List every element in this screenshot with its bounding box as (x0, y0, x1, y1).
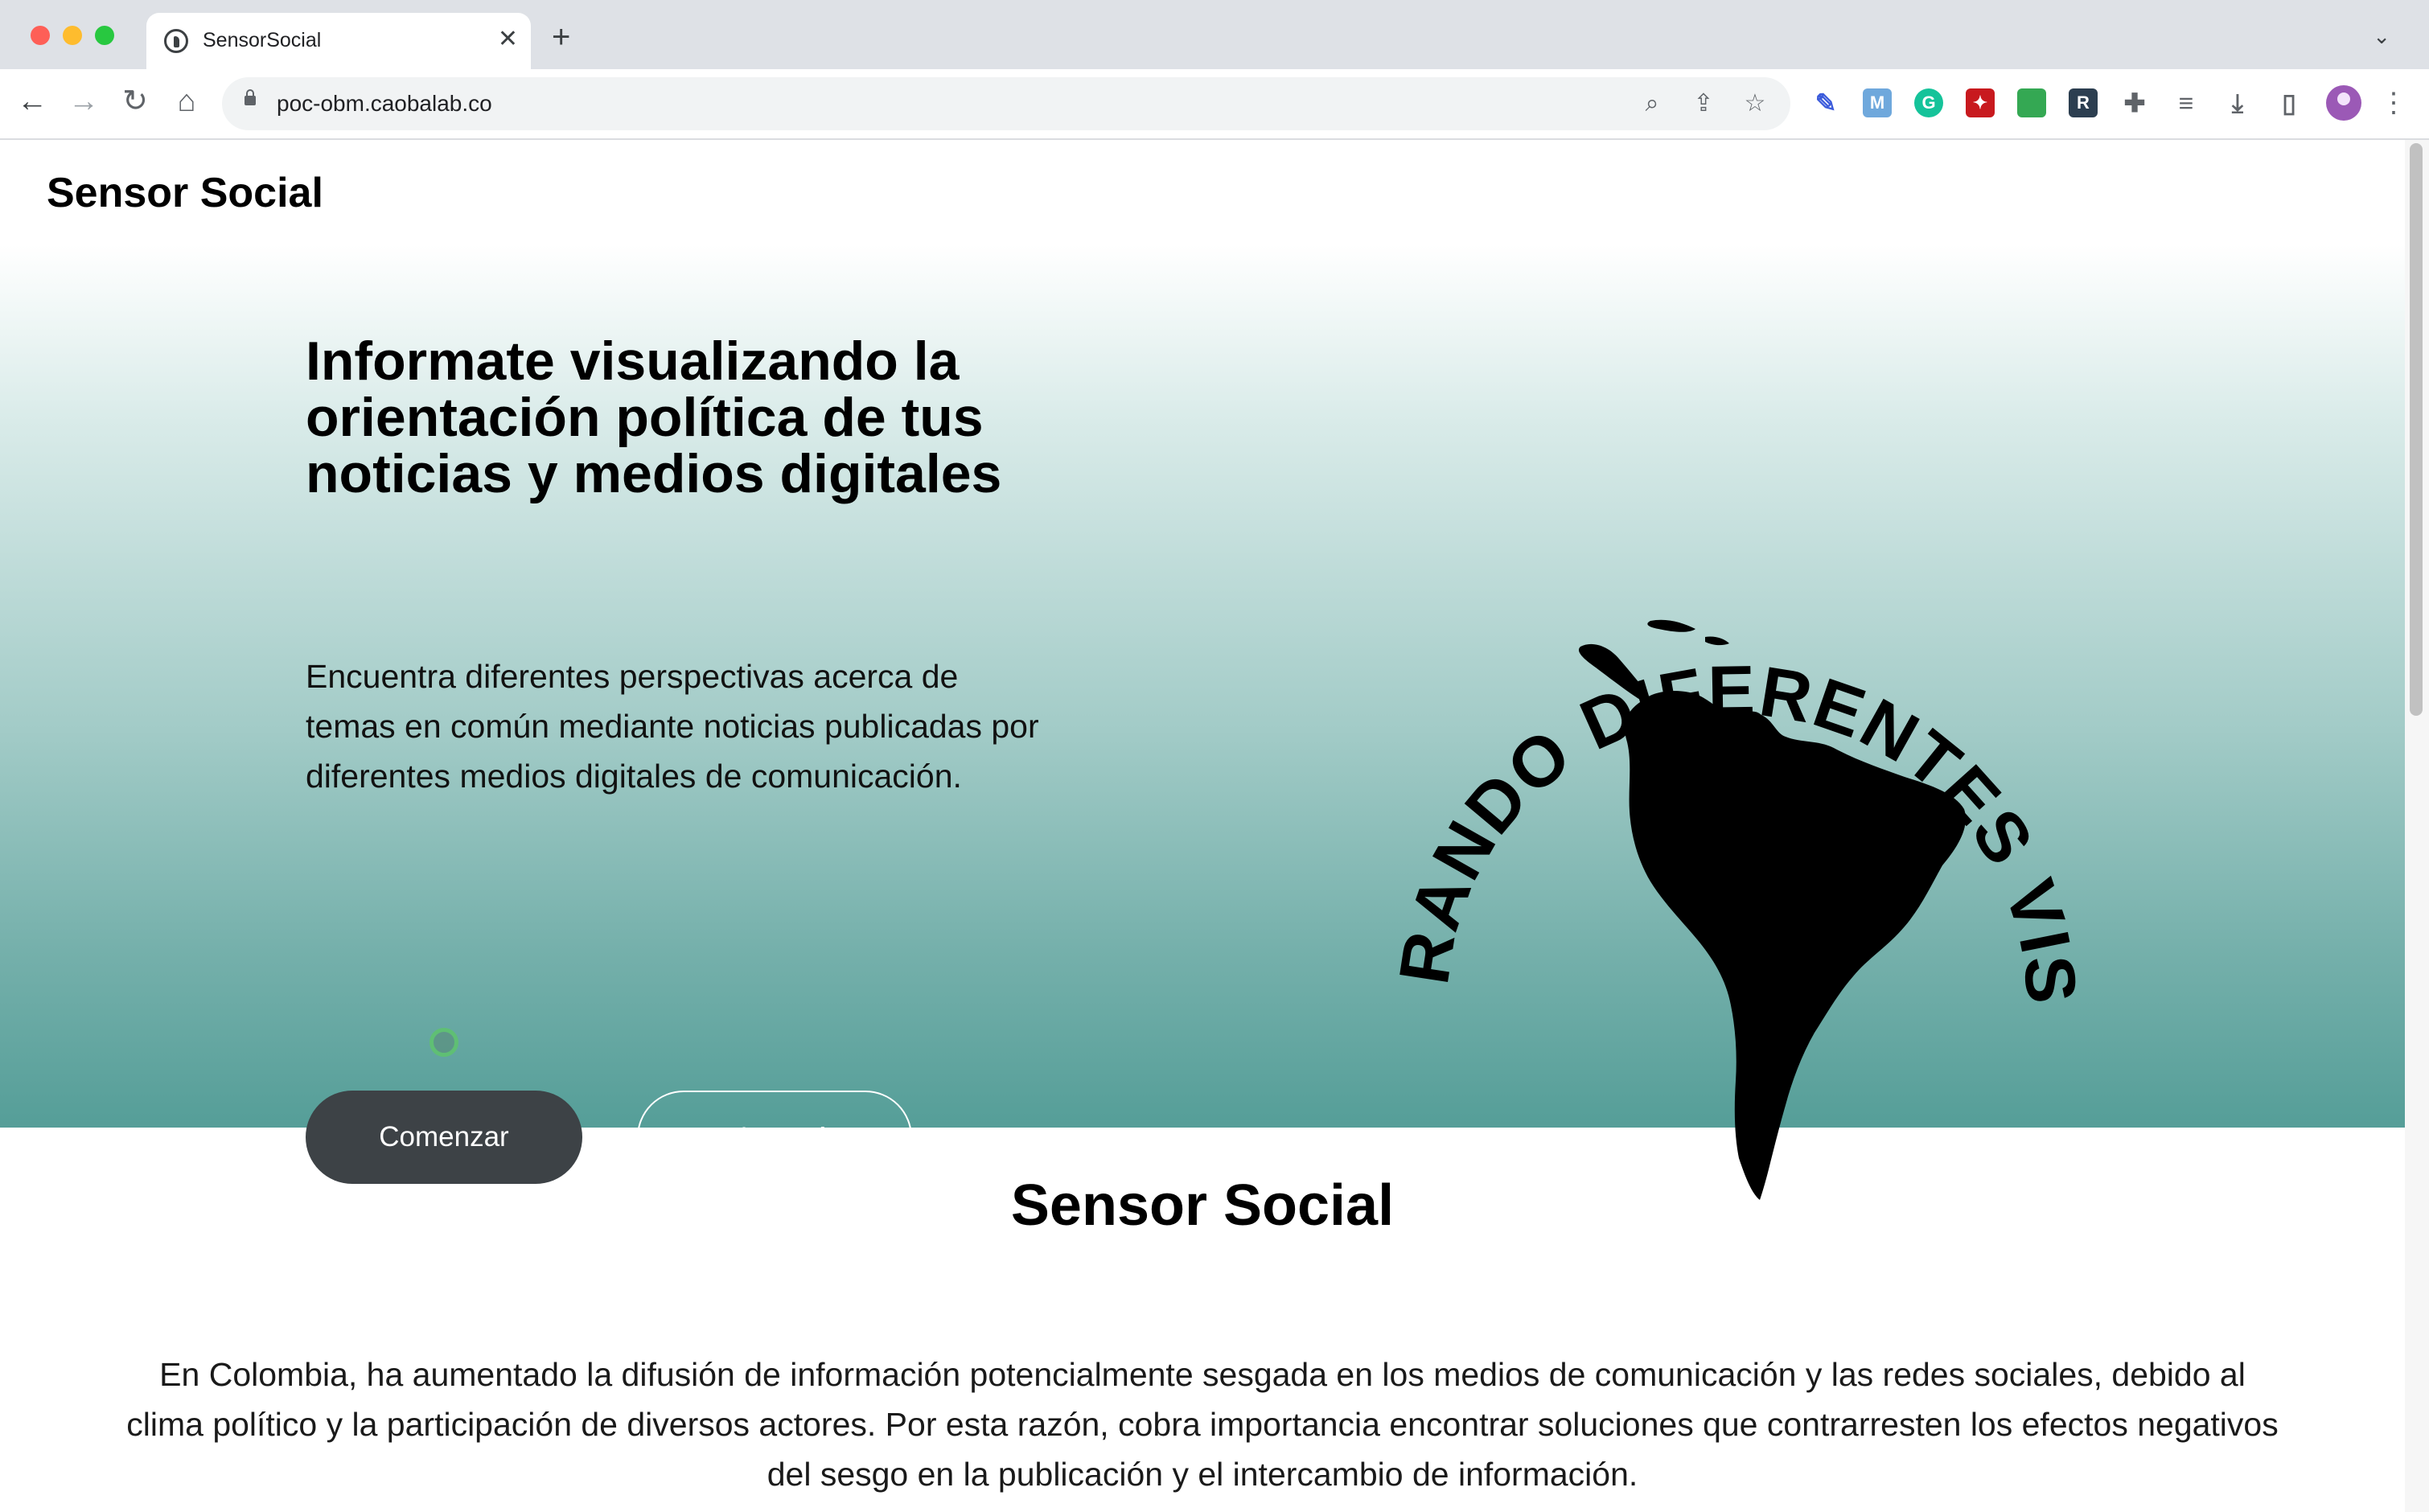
new-tab-button[interactable]: + (552, 21, 570, 53)
bookmark-star-icon[interactable]: ☆ (1737, 86, 1773, 121)
playlist-icon[interactable]: ≡ (2172, 88, 2201, 117)
tab-search-chevron-icon[interactable]: ⌄ (2373, 24, 2390, 49)
site-brand[interactable]: Sensor Social (47, 169, 323, 217)
back-arrow-icon[interactable]: ← (13, 82, 51, 121)
sidepanel-icon[interactable]: ▯ (2275, 88, 2304, 117)
scrollbar-thumb[interactable] (2410, 143, 2423, 716)
explorando-logo: EXPLORANDO DIFERENTES VISIONES (1367, 550, 2090, 1200)
mouse-cursor (429, 1028, 458, 1057)
maximize-window-button[interactable] (95, 26, 114, 45)
address-bar[interactable]: poc-obm.caobalab.co ⌕ ⇪ ☆ (222, 77, 1790, 130)
saber-mas-button[interactable]: Saber más (637, 1091, 912, 1184)
close-window-button[interactable] (31, 26, 50, 45)
close-tab-icon[interactable]: ✕ (498, 27, 518, 51)
section-title: Sensor Social (1010, 1173, 1395, 1238)
m-icon[interactable]: M (1863, 88, 1892, 117)
hero-title: Informate visualizando la orientación po… (306, 331, 1002, 504)
browser-toolbar: ← → ↻ ⌂ poc-obm.caobalab.co ⌕ ⇪ ☆ ✎ M G … (0, 69, 2429, 140)
pdf-icon[interactable]: ✦ (1966, 88, 1995, 117)
grammarly-icon[interactable]: G (1914, 88, 1943, 117)
profile-avatar[interactable] (2326, 85, 2361, 121)
comenzar-button[interactable]: Comenzar (306, 1091, 582, 1184)
minimize-window-button[interactable] (63, 26, 82, 45)
more-menu-icon[interactable]: ⋮ (2379, 85, 2408, 121)
pen-icon[interactable]: ✎ (1811, 88, 1840, 117)
folder-icon[interactable] (2017, 88, 2046, 117)
forward-arrow-icon[interactable]: → (64, 82, 103, 121)
page-viewport: Sensor Social Informate visualizando la … (0, 140, 2405, 1512)
site-favicon-icon (164, 29, 188, 53)
hero-description: Encuentra diferentes perspectivas acerca… (306, 658, 1039, 795)
caribbean-islands-icon (1647, 619, 1729, 646)
zoom-icon[interactable]: ⌕ (1634, 86, 1670, 121)
puzzle-icon[interactable]: ✚ (2120, 88, 2149, 117)
home-icon[interactable]: ⌂ (167, 82, 206, 121)
tab-title: SensorSocial (203, 29, 322, 51)
section-body: En Colombia, ha aumentado la difusión de… (126, 1356, 2279, 1493)
lock-icon[interactable] (245, 89, 256, 105)
share-icon[interactable]: ⇪ (1686, 86, 1721, 121)
browser-tab-strip: SensorSocial ✕ + ⌄ (0, 0, 2429, 69)
r-icon[interactable]: R (2069, 88, 2098, 117)
url-text[interactable]: poc-obm.caobalab.co (277, 91, 492, 117)
reload-icon[interactable]: ↻ (116, 82, 154, 121)
download-icon[interactable]: ⤓ (2223, 88, 2252, 117)
browser-tab[interactable]: SensorSocial ✕ (146, 13, 531, 69)
hero-section: Informate visualizando la orientación po… (0, 244, 2405, 1200)
